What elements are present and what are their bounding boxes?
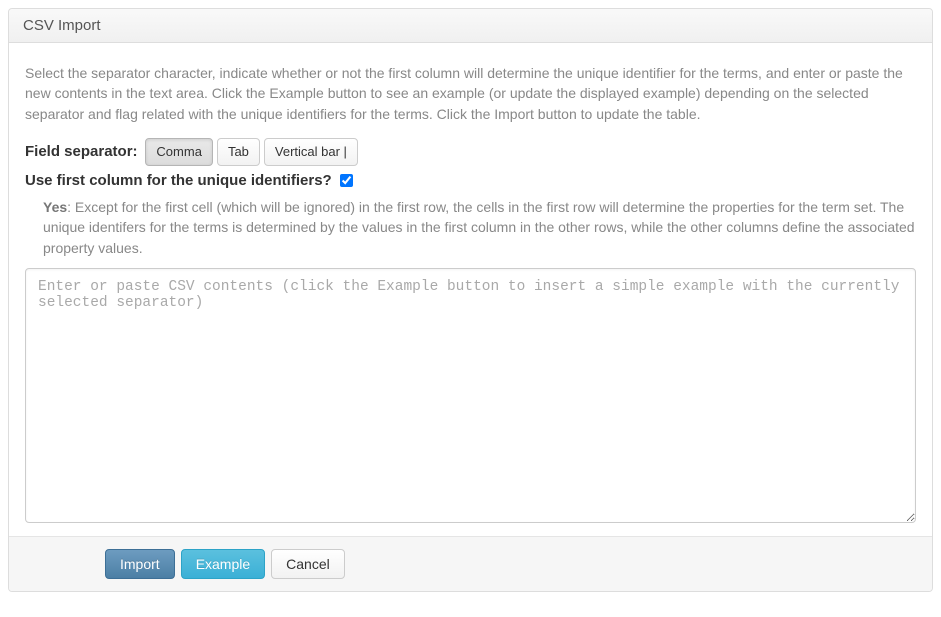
csv-contents-textarea[interactable] [25, 268, 916, 523]
field-separator-row: Field separator: Comma Tab Vertical bar … [25, 138, 916, 166]
help-yes-prefix: Yes [43, 199, 67, 215]
panel-footer: Import Example Cancel [9, 536, 932, 591]
panel-heading: CSV Import [9, 9, 932, 43]
field-separator-group: Comma Tab Vertical bar | [145, 138, 358, 166]
separator-tab-button[interactable]: Tab [217, 138, 260, 166]
panel-title: CSV Import [23, 17, 101, 34]
field-separator-label: Field separator: [25, 143, 138, 160]
example-button[interactable]: Example [181, 549, 265, 579]
use-first-column-row: Use first column for the unique identifi… [25, 172, 916, 191]
use-first-column-label: Use first column for the unique identifi… [25, 172, 332, 189]
separator-comma-button[interactable]: Comma [145, 138, 213, 166]
footer-actions: Import Example Cancel [105, 549, 916, 579]
separator-vertical-bar-button[interactable]: Vertical bar | [264, 138, 358, 166]
import-button[interactable]: Import [105, 549, 175, 579]
intro-text: Select the separator character, indicate… [25, 63, 916, 124]
csv-import-panel: CSV Import Select the separator characte… [8, 8, 933, 592]
cancel-button[interactable]: Cancel [271, 549, 345, 579]
panel-body: Select the separator character, indicate… [9, 43, 932, 536]
help-yes-text: : Except for the first cell (which will … [43, 199, 915, 256]
use-first-column-checkbox[interactable] [340, 174, 353, 187]
use-first-column-help: Yes: Except for the first cell (which wi… [43, 197, 916, 258]
